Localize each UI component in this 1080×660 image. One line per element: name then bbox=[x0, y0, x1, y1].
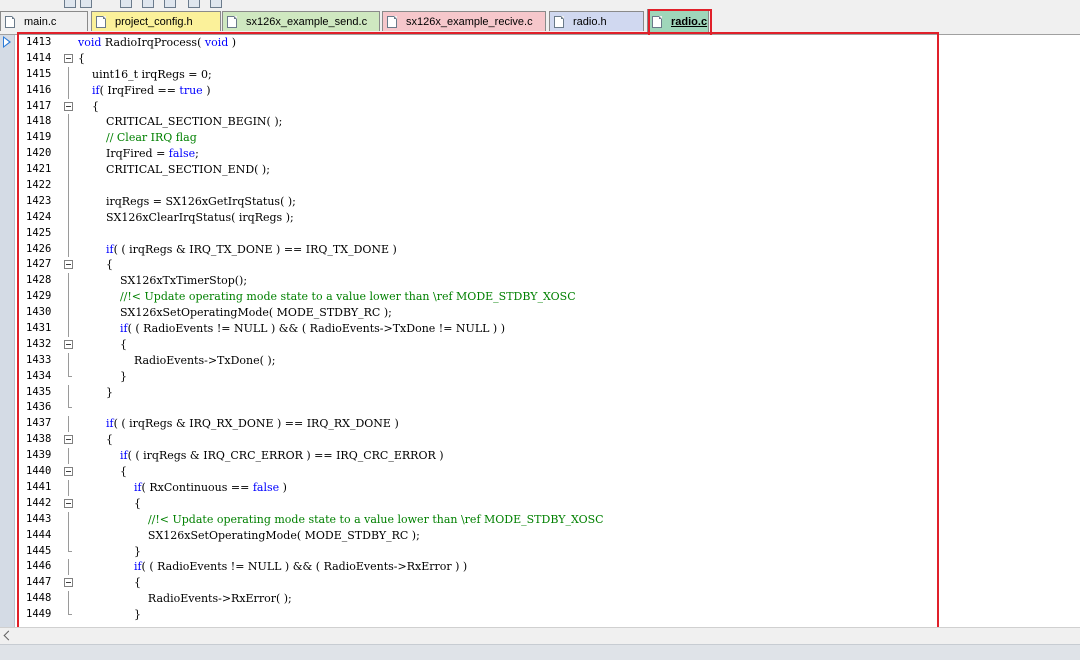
tab-label: main.c bbox=[24, 15, 57, 28]
file-icon bbox=[227, 15, 237, 28]
current-position-arrow-icon bbox=[3, 36, 11, 48]
highlight-box-code bbox=[17, 32, 939, 629]
tab-label: sx126x_example_send.c bbox=[246, 15, 368, 28]
file-icon bbox=[96, 15, 106, 28]
toolbar bbox=[0, 0, 1080, 9]
file-icon bbox=[5, 15, 15, 28]
tab-main-c[interactable]: main.c bbox=[0, 11, 88, 31]
file-icon bbox=[554, 15, 564, 28]
scroll-left-arrow-icon[interactable] bbox=[3, 630, 14, 641]
tab-project-config-h[interactable]: project_config.h bbox=[91, 11, 221, 31]
tab-label: project_config.h bbox=[115, 15, 193, 28]
editor-margin bbox=[0, 35, 15, 627]
file-icon bbox=[387, 15, 397, 28]
toolbar-icon[interactable] bbox=[210, 0, 222, 8]
toolbar-icon[interactable] bbox=[164, 0, 176, 8]
status-area bbox=[0, 644, 1080, 660]
toolbar-icon[interactable] bbox=[188, 0, 200, 8]
tab-sx126x-example-send-c[interactable]: sx126x_example_send.c bbox=[222, 11, 380, 31]
toolbar-icon[interactable] bbox=[64, 0, 76, 8]
tab-label: sx126x_example_recive.c bbox=[406, 15, 533, 28]
tab-sx126x-example-recive-c[interactable]: sx126x_example_recive.c bbox=[382, 11, 546, 31]
tab-radio-h[interactable]: radio.h bbox=[549, 11, 644, 31]
toolbar-icon[interactable] bbox=[120, 0, 132, 8]
horizontal-scrollbar[interactable] bbox=[0, 627, 1080, 645]
tab-label: radio.h bbox=[573, 15, 607, 28]
toolbar-icon[interactable] bbox=[142, 0, 154, 8]
toolbar-icon[interactable] bbox=[80, 0, 92, 8]
